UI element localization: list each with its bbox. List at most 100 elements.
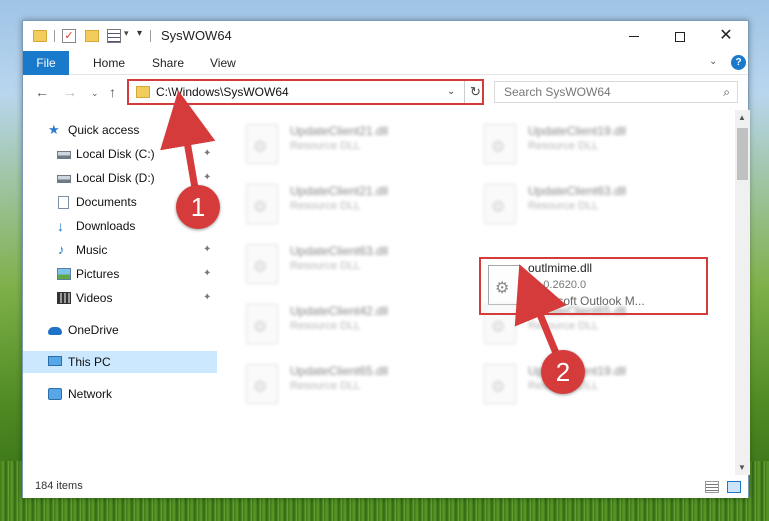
dll-file-icon	[246, 244, 278, 284]
search-input[interactable]: Search SysWOW64 ⌕	[494, 81, 738, 103]
file-type: Resource DLL	[290, 380, 361, 392]
sidebar-item-music[interactable]: ♪ Music ✦	[23, 239, 217, 261]
sidebar-item-network[interactable]: Network	[23, 383, 217, 405]
pin-icon[interactable]: ✦	[203, 263, 211, 285]
address-dropdown-icon[interactable]: ⌄	[447, 86, 455, 97]
sidebar-item-pictures[interactable]: Pictures ✦	[23, 263, 217, 285]
documents-icon	[58, 196, 69, 209]
refresh-button[interactable]: ↻	[464, 81, 486, 103]
pin-icon[interactable]: ✦	[203, 143, 211, 165]
scroll-up-icon[interactable]: ▲	[738, 113, 746, 122]
file-highlight-box	[479, 257, 708, 315]
sidebar-item-label: Local Disk (C:)	[76, 147, 155, 161]
step-2-badge: 2	[541, 350, 585, 394]
expand-ribbon-icon[interactable]: ⌄	[709, 56, 717, 67]
tab-home[interactable]: Home	[83, 51, 135, 75]
sidebar-item-label: Network	[68, 387, 113, 401]
dll-file-icon	[246, 124, 278, 164]
file-list: UpdateClient21.dll Resource DLL UpdateCl…	[218, 110, 734, 475]
file-tile[interactable]: UpdateClient65.dll Resource DLL	[238, 358, 468, 412]
file-type: Resource DLL	[290, 320, 361, 332]
maximize-button[interactable]	[657, 21, 703, 51]
sidebar-item-label: Pictures	[76, 267, 120, 281]
status-bar: 184 items	[23, 476, 748, 498]
disk-icon	[57, 151, 71, 159]
maximize-icon	[675, 31, 685, 42]
properties-icon[interactable]	[107, 29, 121, 43]
pin-icon[interactable]: ✦	[203, 239, 211, 261]
file-tile[interactable]: UpdateClient21.dll Resource DLL	[238, 178, 468, 232]
new-folder-icon[interactable]	[85, 30, 99, 42]
sidebar-item-this-pc[interactable]: This PC	[23, 351, 217, 373]
title-bar: ✓ ▾ ▾ SysWOW64 ✕	[23, 21, 748, 51]
sidebar-item-videos[interactable]: Videos ✦	[23, 287, 217, 309]
sidebar-item-label: Quick access	[68, 123, 140, 137]
minimize-button[interactable]	[611, 21, 657, 51]
file-tile[interactable]: UpdateClient19.dll Resource DLL	[476, 358, 706, 412]
details-view-icon[interactable]	[705, 481, 719, 493]
file-tile[interactable]: UpdateClient21.dll Resource DLL	[238, 118, 468, 172]
sidebar-item-label: Downloads	[76, 219, 136, 233]
disk-icon	[57, 175, 71, 183]
window-title: SysWOW64	[161, 28, 232, 43]
sidebar-item-label: Music	[76, 243, 108, 257]
download-icon: ↓	[57, 218, 64, 234]
recent-locations-button[interactable]: ⌄	[91, 88, 99, 99]
sidebar-item-label: This PC	[68, 355, 111, 369]
file-name: UpdateClient19.dll	[528, 124, 627, 138]
search-icon[interactable]: ⌕	[723, 85, 730, 100]
scrollbar-thumb[interactable]	[737, 128, 748, 180]
chevron-down-icon[interactable]: ▾	[124, 28, 129, 44]
pictures-icon	[57, 268, 71, 280]
properties-check-icon[interactable]: ✓	[62, 29, 76, 43]
folder-icon	[136, 86, 150, 98]
file-tile[interactable]: UpdateClient63.dll Resource DLL	[238, 238, 468, 292]
network-icon	[48, 388, 62, 400]
dll-file-icon	[246, 304, 278, 344]
step-1-badge: 1	[176, 185, 220, 229]
minimize-icon	[629, 36, 639, 38]
file-type: Resource DLL	[290, 140, 361, 152]
item-count: 184 items	[35, 480, 83, 492]
ribbon-tabs: File Home Share View ⌄ ?	[23, 51, 748, 75]
file-tile[interactable]: UpdateClient19.dll Resource DLL	[476, 118, 706, 172]
address-bar[interactable]: C:\Windows\SysWOW64 ⌄ ↻	[127, 79, 484, 105]
address-path[interactable]: C:\Windows\SysWOW64	[156, 85, 289, 99]
sidebar-item-onedrive[interactable]: OneDrive	[23, 319, 217, 341]
dll-file-icon	[246, 364, 278, 404]
sidebar-item-label: Local Disk (D:)	[76, 171, 155, 185]
file-name: UpdateClient21.dll	[290, 124, 389, 138]
file-name: UpdateClient63.dll	[528, 184, 627, 198]
tab-file[interactable]: File	[23, 51, 69, 75]
tab-share[interactable]: Share	[142, 51, 194, 75]
star-icon: ★	[48, 122, 60, 137]
sidebar-item-local-disk-c[interactable]: Local Disk (C:) ✦	[23, 143, 217, 165]
navigation-pane: ★ Quick access Local Disk (C:) ✦ Local D…	[23, 110, 217, 475]
file-type: Resource DLL	[528, 140, 599, 152]
sidebar-item-quick-access[interactable]: ★ Quick access	[23, 119, 217, 141]
dll-file-icon	[484, 184, 516, 224]
file-name: UpdateClient21.dll	[290, 184, 389, 198]
title-divider	[150, 30, 151, 42]
file-name: UpdateClient42.dll	[290, 304, 389, 318]
close-button[interactable]: ✕	[703, 21, 749, 51]
forward-button[interactable]: →	[63, 84, 77, 100]
file-type: Resource DLL	[290, 200, 361, 212]
back-button[interactable]: ←	[35, 84, 49, 100]
music-icon: ♪	[58, 242, 65, 257]
file-tile[interactable]: UpdateClient63.dll Resource DLL	[476, 178, 706, 232]
tiles-view-icon[interactable]	[727, 481, 741, 493]
help-icon[interactable]: ?	[731, 55, 746, 70]
cloud-icon	[48, 327, 62, 335]
tab-view[interactable]: View	[200, 51, 246, 75]
dll-file-icon	[484, 124, 516, 164]
pc-icon	[48, 356, 62, 366]
file-tile[interactable]: UpdateClient42.dll Resource DLL	[238, 298, 468, 352]
sidebar-item-local-disk-d[interactable]: Local Disk (D:) ✦	[23, 167, 217, 189]
pin-icon[interactable]: ✦	[203, 287, 211, 309]
file-name: UpdateClient65.dll	[290, 364, 389, 378]
customize-toolbar-icon[interactable]: ▾	[137, 28, 142, 44]
vertical-scrollbar[interactable]: ▲ ▼	[735, 110, 750, 475]
up-button[interactable]: ↑	[109, 84, 116, 100]
scroll-down-icon[interactable]: ▼	[738, 463, 746, 472]
